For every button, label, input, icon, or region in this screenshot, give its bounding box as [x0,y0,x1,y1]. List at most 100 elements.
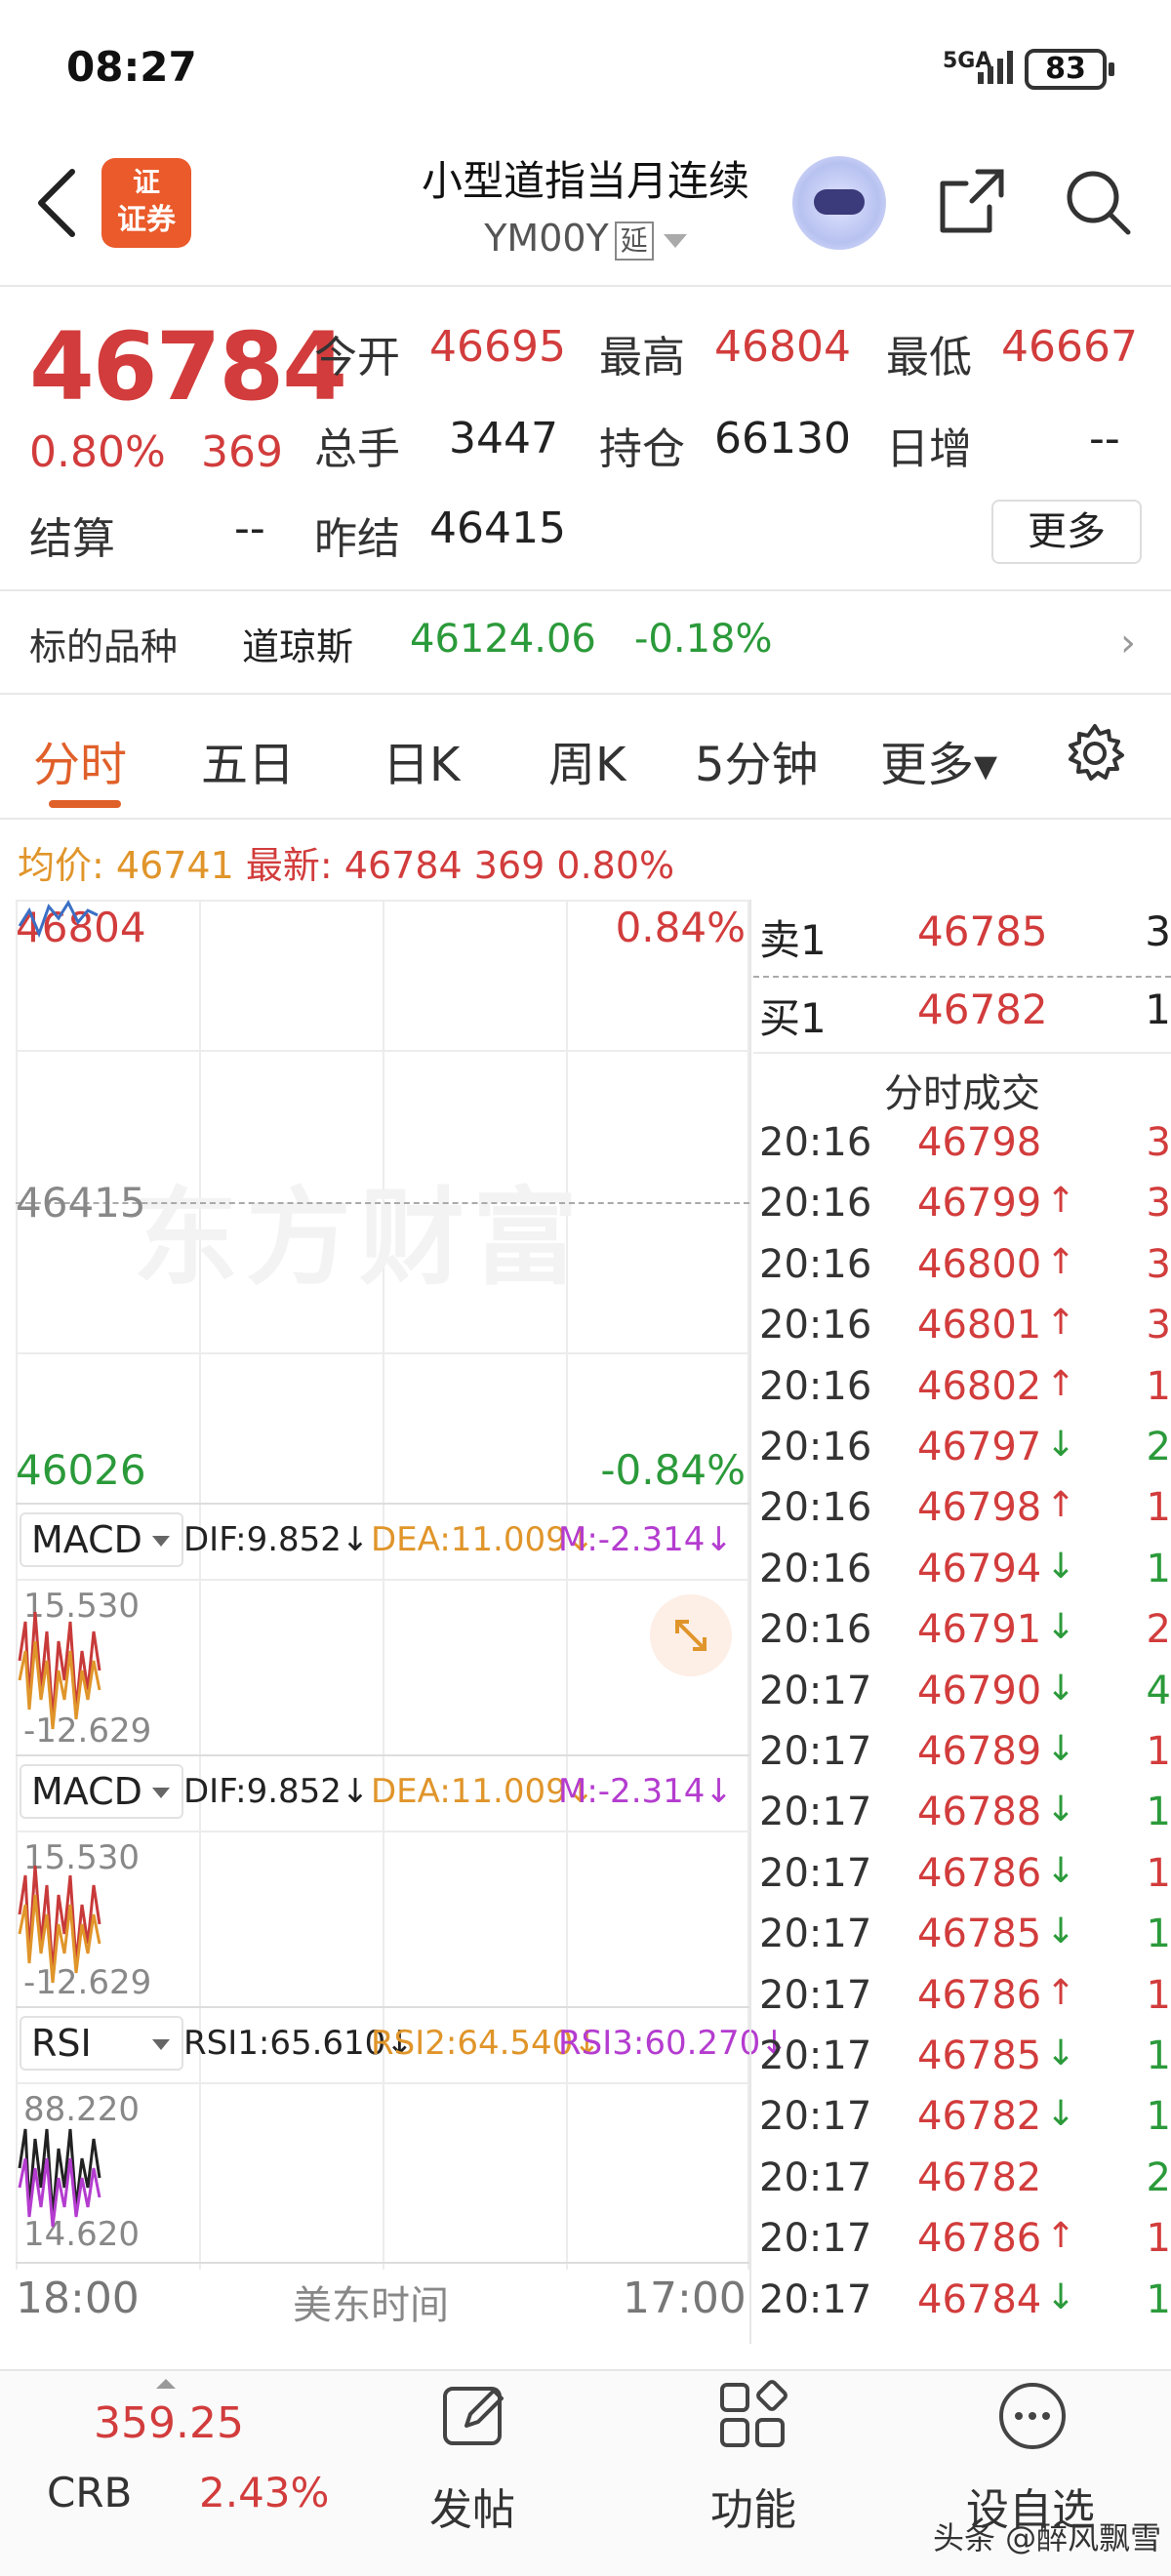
volume-value: 3447 [449,414,558,463]
settle-label: 结算 [29,514,115,564]
tick-price: 46798 [917,1120,1042,1165]
tab-five-day[interactable]: 五日 [201,726,295,794]
quote-divider [0,589,1171,591]
tick-row: 20:16 46800 ↑ 3 [753,1236,1171,1297]
tick-volume: 4 [1146,1668,1171,1713]
tick-row: 20:17 46788 ↓ 1 [753,1784,1171,1844]
indicator-header-rsi: RSI RSI1:65.610↓ RSI2:64.540↓ RSI3:60.27… [16,2008,788,2078]
indicator-dif: DIF:9.852↓ [183,1772,370,1811]
tick-volume: 1 [1146,2216,1171,2262]
tick-arrow: ↑ [1046,1485,1076,1526]
tick-time: 20:17 [759,1668,872,1713]
tick-volume: 1 [1146,2033,1171,2078]
chevron-right-icon[interactable]: › [1120,621,1136,665]
crb-percent[interactable]: 2.43% [199,2469,329,2516]
tick-price: 46784 [917,2276,1042,2322]
bid-label: 买1 [759,994,827,1042]
order-book-panel: 卖1 46785 3 买1 46782 1 分时成交 20:16 46798 3 20… [753,900,1171,2344]
grid-line [16,2082,749,2084]
tick-time: 20:17 [759,2276,872,2322]
nav-post[interactable]: 发帖 [429,2475,515,2537]
indicator-selector[interactable]: MACD [20,1512,183,1567]
more-button[interactable]: 更多 [991,500,1142,564]
tick-volume: 3 [1146,1241,1171,1287]
prev-settle-value: 46415 [429,503,566,553]
low-label: 最低 [886,333,972,382]
axis-time-zone: 美东时间 [293,2283,449,2328]
tick-row: 20:16 46797 ↓ 2 [753,1419,1171,1479]
search-icon[interactable] [1060,164,1134,238]
tab-daily-k[interactable]: 日K [383,726,460,794]
underlying-value: 46124.06 [410,617,596,662]
daily-increase-label: 日增 [886,424,972,474]
edit-post-icon[interactable] [437,2379,511,2453]
tick-arrow: ↓ [1046,1850,1076,1891]
tick-row: 20:16 46802 ↑ 1 [753,1358,1171,1419]
tick-time: 20:16 [759,1241,872,1287]
change-value: 369 [201,427,283,477]
contract-code: YM00Y [484,217,609,260]
signal-icon [978,51,1013,84]
ticks-title: 分时成交 [884,1071,1040,1116]
settle-value: -- [234,503,265,553]
latest-percent: 0.80% [556,844,675,887]
crb-value[interactable]: 359.25 [94,2398,244,2448]
open-interest-value: 66130 [714,414,851,463]
tick-time: 20:17 [759,1790,872,1835]
tick-price: 46791 [917,1607,1042,1653]
tick-volume: 1 [1146,1912,1171,1957]
app-screen: 08:27 5GA 83 证 证券 小型道指当月连续 YM00Y 延 46784 … [0,0,1171,2576]
avg-price-value: 46741 [115,844,234,887]
gear-icon[interactable] [1064,722,1126,785]
axis-time-start: 18:00 [16,2274,140,2323]
high-label: 最高 [599,333,685,382]
tick-price: 46794 [917,1546,1042,1591]
tick-time: 20:16 [759,1546,872,1591]
tick-volume: 1 [1146,2094,1171,2140]
intraday-summary: 均价: 46741 最新: 46784 369 0.80% [18,835,674,889]
tick-price: 46786 [917,1972,1042,2018]
contract-code-selector[interactable]: YM00Y 延 [351,217,820,261]
tick-arrow: ↓ [1046,1912,1076,1952]
tick-volume: 2 [1146,1425,1171,1469]
price-series-line [18,900,99,939]
tick-row: 20:17 46782 2 [753,2150,1171,2210]
underlying-name[interactable]: 道琼斯 [242,617,353,670]
assistant-robot-icon[interactable] [792,156,886,250]
tick-volume: 1 [1146,1546,1171,1591]
price-line-chart [18,900,99,939]
tick-arrow: ↑ [1046,2216,1076,2257]
tick-time: 20:17 [759,1912,872,1957]
back-icon[interactable] [33,164,82,242]
securities-logo[interactable]: 证 证券 [101,158,191,248]
expand-icon[interactable] [650,1594,732,1676]
tick-price: 46785 [917,2033,1042,2078]
tab-weekly-k[interactable]: 周K [548,726,626,794]
tick-arrow: ↓ [1046,1790,1076,1831]
nav-functions[interactable]: 功能 [710,2475,796,2537]
grid-line [753,1052,1171,1054]
tab-more[interactable]: 更多▾ [880,726,997,794]
open-interest-label: 持仓 [599,424,685,474]
tick-price: 46786 [917,1850,1042,1896]
tick-row: 20:17 46790 ↓ 4 [753,1663,1171,1723]
tab-intraday[interactable]: 分时 [33,726,127,794]
tick-arrow: ↑ [1046,1363,1076,1404]
tab-five-minute[interactable]: 5分钟 [695,726,819,794]
crb-label[interactable]: CRB [47,2469,132,2516]
intraday-chart[interactable]: 东方财富 46804 0.84% 46415 46026 -0.84% MACD… [16,900,788,2328]
bid-price: 46782 [917,986,1048,1033]
ask-volume: 3 [1145,907,1171,955]
grid-line [16,2262,749,2264]
more-circle-icon[interactable] [995,2379,1070,2453]
open-value: 46695 [429,322,566,372]
indicator-macd: M:-2.314↓ [558,1772,733,1811]
tick-arrow: ↓ [1046,2094,1076,2135]
tick-row: 20:17 46782 ↓ 1 [753,2088,1171,2149]
indicator-macd: M:-2.314↓ [558,1520,733,1559]
tick-price: 46782 [917,2154,1042,2200]
status-bar: 08:27 5GA 83 [0,0,1171,137]
share-icon[interactable] [935,164,1009,238]
grid-apps-icon[interactable] [716,2379,790,2453]
last-price: 46784 [29,312,347,422]
